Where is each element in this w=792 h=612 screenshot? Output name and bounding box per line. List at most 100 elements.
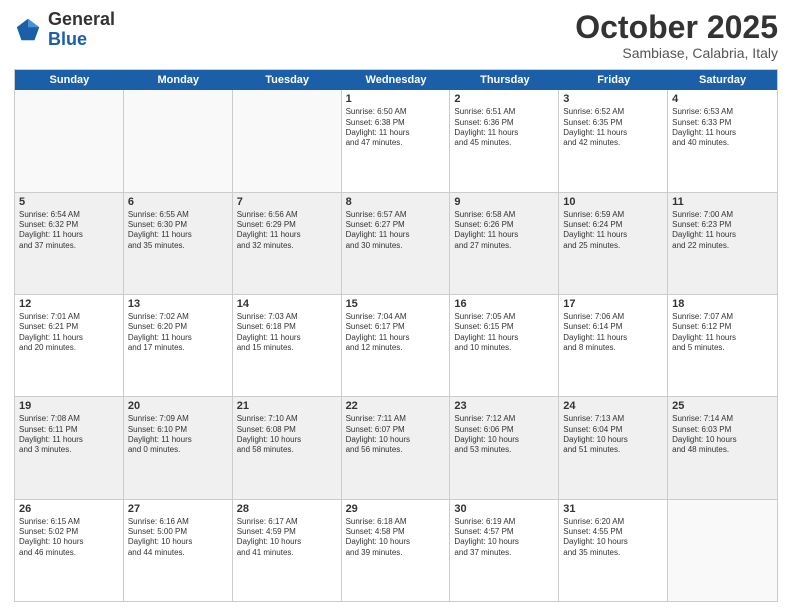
calendar-cell: 21Sunrise: 7:10 AM Sunset: 6:08 PM Dayli…	[233, 397, 342, 498]
day-number: 16	[454, 298, 554, 310]
day-number: 14	[237, 298, 337, 310]
day-info: Sunrise: 7:03 AM Sunset: 6:18 PM Dayligh…	[237, 312, 337, 354]
day-info: Sunrise: 6:17 AM Sunset: 4:59 PM Dayligh…	[237, 517, 337, 559]
calendar-cell: 18 Sunrise: 7:07 AM Sunset: 6:12 PM Dayli…	[668, 295, 777, 396]
day-number: 25	[672, 400, 773, 412]
calendar-cell: 12 Sunrise: 7:01 AM Sunset: 6:21 PM Dayli…	[15, 295, 124, 396]
calendar-row: 19Sunrise: 7:08 AM Sunset: 6:11 PM Dayli…	[15, 397, 777, 499]
day-number: 30	[454, 503, 554, 515]
logo-general: General	[48, 9, 115, 29]
day-number: 5	[19, 196, 119, 208]
day-number: 12	[19, 298, 119, 310]
day-info: Sunrise: 6:55 AM Sunset: 6:30 PM Dayligh…	[128, 210, 228, 252]
logo-blue: Blue	[48, 29, 87, 49]
logo-text: General Blue	[48, 10, 115, 50]
day-info: Sunrise: 7:09 AM Sunset: 6:10 PM Dayligh…	[128, 414, 228, 456]
calendar-cell: 26 Sunrise: 6:15 AM Sunset: 5:02 PM Dayli…	[15, 500, 124, 601]
day-info: Sunrise: 7:01 AM Sunset: 6:21 PM Dayligh…	[19, 312, 119, 354]
calendar-cell: 7 Sunrise: 6:56 AM Sunset: 6:29 PM Daylig…	[233, 193, 342, 294]
day-info: Sunrise: 7:08 AM Sunset: 6:11 PM Dayligh…	[19, 414, 119, 456]
weekday-header: Tuesday	[233, 70, 342, 90]
weekday-header: Monday	[124, 70, 233, 90]
logo: General Blue	[14, 10, 115, 50]
calendar-cell: 22Sunrise: 7:11 AM Sunset: 6:07 PM Dayli…	[342, 397, 451, 498]
calendar-cell: 2 Sunrise: 6:51 AM Sunset: 6:36 PM Daylig…	[450, 90, 559, 191]
day-number: 15	[346, 298, 446, 310]
calendar-cell: 6Sunrise: 6:55 AM Sunset: 6:30 PM Daylig…	[124, 193, 233, 294]
calendar-row: 12 Sunrise: 7:01 AM Sunset: 6:21 PM Dayli…	[15, 295, 777, 397]
day-number: 29	[346, 503, 446, 515]
day-info: Sunrise: 7:00 AM Sunset: 6:23 PM Dayligh…	[672, 210, 773, 252]
calendar-row: 1 Sunrise: 6:50 AM Sunset: 6:38 PM Daylig…	[15, 90, 777, 192]
location-subtitle: Sambiase, Calabria, Italy	[575, 45, 778, 61]
page: General Blue October 2025 Sambiase, Cala…	[0, 0, 792, 612]
day-info: Sunrise: 6:50 AM Sunset: 6:38 PM Dayligh…	[346, 107, 446, 149]
month-title: October 2025	[575, 10, 778, 45]
calendar-cell: 14 Sunrise: 7:03 AM Sunset: 6:18 PM Dayli…	[233, 295, 342, 396]
day-info: Sunrise: 7:07 AM Sunset: 6:12 PM Dayligh…	[672, 312, 773, 354]
weekday-header: Thursday	[450, 70, 559, 90]
day-info: Sunrise: 7:06 AM Sunset: 6:14 PM Dayligh…	[563, 312, 663, 354]
day-info: Sunrise: 6:53 AM Sunset: 6:33 PM Dayligh…	[672, 107, 773, 149]
calendar-cell: 11 Sunrise: 7:00 AM Sunset: 6:23 PM Dayli…	[668, 193, 777, 294]
day-number: 17	[563, 298, 663, 310]
day-info: Sunrise: 6:15 AM Sunset: 5:02 PM Dayligh…	[19, 517, 119, 559]
day-info: Sunrise: 7:13 AM Sunset: 6:04 PM Dayligh…	[563, 414, 663, 456]
day-number: 7	[237, 196, 337, 208]
calendar-body: 1 Sunrise: 6:50 AM Sunset: 6:38 PM Daylig…	[15, 90, 777, 601]
day-number: 4	[672, 93, 773, 105]
day-info: Sunrise: 6:56 AM Sunset: 6:29 PM Dayligh…	[237, 210, 337, 252]
day-number: 3	[563, 93, 663, 105]
day-number: 27	[128, 503, 228, 515]
calendar-cell: 13 Sunrise: 7:02 AM Sunset: 6:20 PM Dayli…	[124, 295, 233, 396]
day-info: Sunrise: 6:18 AM Sunset: 4:58 PM Dayligh…	[346, 517, 446, 559]
calendar: SundayMondayTuesdayWednesdayThursdayFrid…	[14, 69, 778, 602]
day-number: 28	[237, 503, 337, 515]
day-number: 18	[672, 298, 773, 310]
day-number: 22	[346, 400, 446, 412]
calendar-cell: 20 Sunrise: 7:09 AM Sunset: 6:10 PM Dayli…	[124, 397, 233, 498]
day-number: 31	[563, 503, 663, 515]
day-info: Sunrise: 7:14 AM Sunset: 6:03 PM Dayligh…	[672, 414, 773, 456]
calendar-cell: 23 Sunrise: 7:12 AM Sunset: 6:06 PM Dayli…	[450, 397, 559, 498]
calendar-row: 5 Sunrise: 6:54 AM Sunset: 6:32 PM Daylig…	[15, 193, 777, 295]
day-number: 23	[454, 400, 554, 412]
day-info: Sunrise: 6:58 AM Sunset: 6:26 PM Dayligh…	[454, 210, 554, 252]
calendar-cell: 4 Sunrise: 6:53 AM Sunset: 6:33 PM Daylig…	[668, 90, 777, 191]
calendar-cell: 31 Sunrise: 6:20 AM Sunset: 4:55 PM Dayli…	[559, 500, 668, 601]
day-info: Sunrise: 7:12 AM Sunset: 6:06 PM Dayligh…	[454, 414, 554, 456]
calendar-cell: 25 Sunrise: 7:14 AM Sunset: 6:03 PM Dayli…	[668, 397, 777, 498]
calendar-cell	[15, 90, 124, 191]
day-number: 13	[128, 298, 228, 310]
day-info: Sunrise: 6:51 AM Sunset: 6:36 PM Dayligh…	[454, 107, 554, 149]
day-info: Sunrise: 6:54 AM Sunset: 6:32 PM Dayligh…	[19, 210, 119, 252]
calendar-cell: 10Sunrise: 6:59 AM Sunset: 6:24 PM Dayli…	[559, 193, 668, 294]
day-info: Sunrise: 6:52 AM Sunset: 6:35 PM Dayligh…	[563, 107, 663, 149]
calendar-cell: 5 Sunrise: 6:54 AM Sunset: 6:32 PM Daylig…	[15, 193, 124, 294]
day-number: 20	[128, 400, 228, 412]
calendar-header: SundayMondayTuesdayWednesdayThursdayFrid…	[15, 70, 777, 90]
day-number: 9	[454, 196, 554, 208]
calendar-cell	[124, 90, 233, 191]
day-info: Sunrise: 7:02 AM Sunset: 6:20 PM Dayligh…	[128, 312, 228, 354]
calendar-cell: 16Sunrise: 7:05 AM Sunset: 6:15 PM Dayli…	[450, 295, 559, 396]
title-block: October 2025 Sambiase, Calabria, Italy	[575, 10, 778, 61]
calendar-cell	[233, 90, 342, 191]
day-number: 21	[237, 400, 337, 412]
logo-icon	[14, 16, 42, 44]
calendar-row: 26 Sunrise: 6:15 AM Sunset: 5:02 PM Dayli…	[15, 500, 777, 601]
calendar-cell: 3 Sunrise: 6:52 AM Sunset: 6:35 PM Daylig…	[559, 90, 668, 191]
calendar-cell: 30 Sunrise: 6:19 AM Sunset: 4:57 PM Dayli…	[450, 500, 559, 601]
day-number: 2	[454, 93, 554, 105]
day-number: 26	[19, 503, 119, 515]
day-number: 24	[563, 400, 663, 412]
day-info: Sunrise: 6:16 AM Sunset: 5:00 PM Dayligh…	[128, 517, 228, 559]
calendar-cell: 1 Sunrise: 6:50 AM Sunset: 6:38 PM Daylig…	[342, 90, 451, 191]
day-number: 11	[672, 196, 773, 208]
day-info: Sunrise: 6:20 AM Sunset: 4:55 PM Dayligh…	[563, 517, 663, 559]
day-number: 8	[346, 196, 446, 208]
day-number: 1	[346, 93, 446, 105]
day-info: Sunrise: 6:19 AM Sunset: 4:57 PM Dayligh…	[454, 517, 554, 559]
calendar-cell	[668, 500, 777, 601]
calendar-cell: 27 Sunrise: 6:16 AM Sunset: 5:00 PM Dayli…	[124, 500, 233, 601]
